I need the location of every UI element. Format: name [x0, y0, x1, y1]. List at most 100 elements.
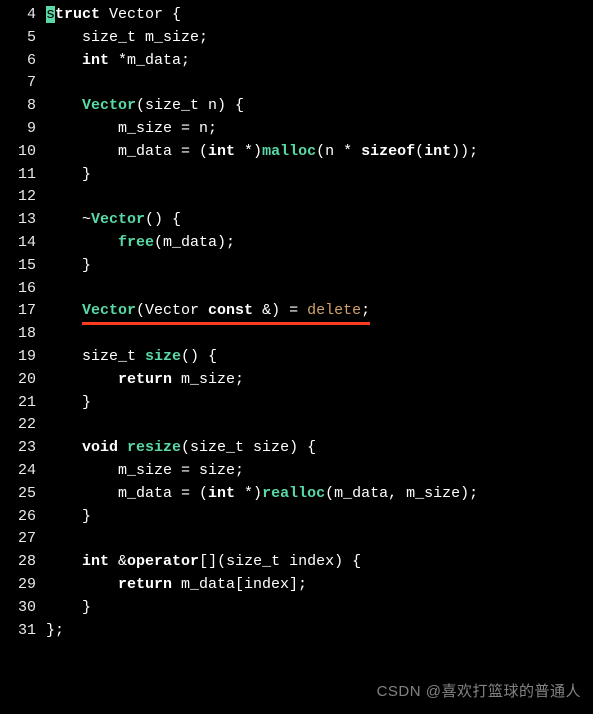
code-token: m_size; [181, 371, 244, 388]
code-token: } [82, 394, 91, 411]
code-token: int [82, 52, 118, 69]
line-number-gutter: 4567891011121314151617181920212223242526… [0, 4, 46, 642]
code-line: Vector(size_t n) { [46, 95, 593, 118]
line-number: 18 [0, 323, 36, 346]
code-token: void [82, 439, 127, 456]
code-line: } [46, 392, 593, 415]
line-number: 25 [0, 483, 36, 506]
code-line: size_t m_size; [46, 27, 593, 50]
line-number: 19 [0, 346, 36, 369]
code-token: }; [46, 622, 64, 639]
code-line: m_size = size; [46, 460, 593, 483]
line-number: 13 [0, 209, 36, 232]
code-token: { [163, 6, 181, 23]
line-number: 15 [0, 255, 36, 278]
code-token: ( [415, 143, 424, 160]
watermark-text: CSDN @喜欢打篮球的普通人 [377, 681, 581, 704]
code-token: () { [181, 348, 217, 365]
line-number: 22 [0, 414, 36, 437]
code-token: m_data = ( [118, 485, 208, 502]
code-line [46, 414, 593, 437]
code-token: int [424, 143, 451, 160]
line-number: 10 [0, 141, 36, 164]
code-token: return [118, 371, 181, 388]
code-line [46, 323, 593, 346]
code-token: size [145, 348, 181, 365]
code-token: Vector [82, 302, 136, 319]
line-number: 28 [0, 551, 36, 574]
code-token: *) [244, 143, 262, 160]
line-number: 21 [0, 392, 36, 415]
code-line: return m_data[index]; [46, 574, 593, 597]
code-token: m_data[index]; [181, 576, 307, 593]
code-token: sizeof [361, 143, 415, 160]
code-line: m_data = (int *)realloc(m_data, m_size); [46, 483, 593, 506]
code-line [46, 72, 593, 95]
code-token: () { [145, 211, 181, 228]
code-token: malloc [262, 143, 316, 160]
code-token: m_size = n; [118, 120, 217, 137]
line-number: 24 [0, 460, 36, 483]
code-token: } [82, 257, 91, 274]
code-token: int [208, 485, 244, 502]
code-token: &) = [262, 302, 307, 319]
code-line: }; [46, 620, 593, 643]
code-token: realloc [262, 485, 325, 502]
code-token: Vector [82, 97, 136, 114]
code-editor: 4567891011121314151617181920212223242526… [0, 0, 593, 642]
code-token: )); [451, 143, 478, 160]
code-token: ; [361, 302, 370, 319]
code-token: m_data = ( [118, 143, 208, 160]
code-token: size_t [82, 348, 145, 365]
line-number: 12 [0, 186, 36, 209]
code-token: m_size = size; [118, 462, 244, 479]
line-number: 6 [0, 50, 36, 73]
line-number: 4 [0, 4, 36, 27]
code-token: } [82, 508, 91, 525]
code-token: s [46, 6, 55, 23]
line-number: 14 [0, 232, 36, 255]
code-line: m_data = (int *)malloc(n * sizeof(int)); [46, 141, 593, 164]
code-line: struct Vector { [46, 4, 593, 27]
code-line: } [46, 506, 593, 529]
line-number: 23 [0, 437, 36, 460]
line-number: 27 [0, 528, 36, 551]
code-line [46, 278, 593, 301]
code-line: ~Vector() { [46, 209, 593, 232]
code-token: resize [127, 439, 181, 456]
code-area: struct Vector { size_t m_size; int *m_da… [46, 4, 593, 642]
code-line: int &operator[](size_t index) { [46, 551, 593, 574]
code-line [46, 528, 593, 551]
line-number: 7 [0, 72, 36, 95]
code-token: size_t m_size; [82, 29, 208, 46]
code-line: size_t size() { [46, 346, 593, 369]
code-token: & [118, 553, 127, 570]
code-token: const [208, 302, 262, 319]
code-token: *m_data; [118, 52, 190, 69]
code-token: int [82, 553, 118, 570]
code-line: m_size = n; [46, 118, 593, 141]
line-number: 29 [0, 574, 36, 597]
code-line: } [46, 164, 593, 187]
line-number: 11 [0, 164, 36, 187]
code-token: operator [127, 553, 199, 570]
code-token: free [118, 234, 154, 251]
code-token: truct [55, 6, 109, 23]
code-token: } [82, 599, 91, 616]
code-line [46, 186, 593, 209]
line-number: 16 [0, 278, 36, 301]
line-number: 20 [0, 369, 36, 392]
code-token: (n * [316, 143, 361, 160]
line-number: 5 [0, 27, 36, 50]
code-line: return m_size; [46, 369, 593, 392]
code-token: [](size_t index) { [199, 553, 361, 570]
line-number: 9 [0, 118, 36, 141]
line-number: 31 [0, 620, 36, 643]
code-line: int *m_data; [46, 50, 593, 73]
code-token: (m_data); [154, 234, 235, 251]
code-token: ~ [82, 211, 91, 228]
line-number: 26 [0, 506, 36, 529]
code-token: Vector [91, 211, 145, 228]
code-line: free(m_data); [46, 232, 593, 255]
code-line: Vector(Vector const &) = delete; [46, 300, 593, 323]
